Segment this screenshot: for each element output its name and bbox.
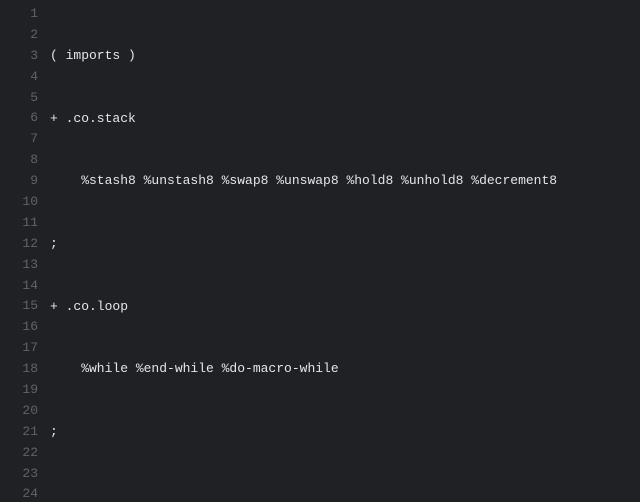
code-line[interactable]: %while %end-while %do-macro-while [50, 359, 640, 380]
code-line[interactable]: + .co.stack [50, 109, 640, 130]
code-line[interactable]: ; [50, 422, 640, 443]
line-number: 7 [0, 129, 38, 150]
line-number: 12 [0, 234, 38, 255]
line-number: 11 [0, 213, 38, 234]
line-number-gutter: 1 2 3 4 5 6 7 8 9 10 11 12 13 14 15 16 1… [0, 4, 50, 502]
line-number: 1 [0, 4, 38, 25]
line-number: 23 [0, 464, 38, 485]
line-number: 16 [0, 317, 38, 338]
line-number: 10 [0, 192, 38, 213]
code-line[interactable]: + .co.loop [50, 297, 640, 318]
line-number: 8 [0, 150, 38, 171]
line-number: 13 [0, 255, 38, 276]
line-number: 20 [0, 401, 38, 422]
code-line[interactable]: %stash8 %unstash8 %swap8 %unswap8 %hold8… [50, 171, 640, 192]
line-number: 15 [0, 296, 38, 317]
line-number: 4 [0, 67, 38, 88]
line-number: 2 [0, 25, 38, 46]
code-editor[interactable]: 1 2 3 4 5 6 7 8 9 10 11 12 13 14 15 16 1… [0, 0, 640, 502]
line-number: 17 [0, 338, 38, 359]
code-content[interactable]: ( imports ) + .co.stack %stash8 %unstash… [50, 4, 640, 502]
line-number: 14 [0, 276, 38, 297]
line-number: 3 [0, 46, 38, 67]
line-number: 18 [0, 359, 38, 380]
code-line[interactable]: ; [50, 234, 640, 255]
line-number: 22 [0, 443, 38, 464]
code-line[interactable] [50, 485, 640, 502]
line-number: 5 [0, 88, 38, 109]
line-number: 19 [0, 380, 38, 401]
line-number: 6 [0, 108, 38, 129]
line-number: 9 [0, 171, 38, 192]
line-number: 24 [0, 484, 38, 502]
code-line[interactable]: ( imports ) [50, 46, 640, 67]
line-number: 21 [0, 422, 38, 443]
